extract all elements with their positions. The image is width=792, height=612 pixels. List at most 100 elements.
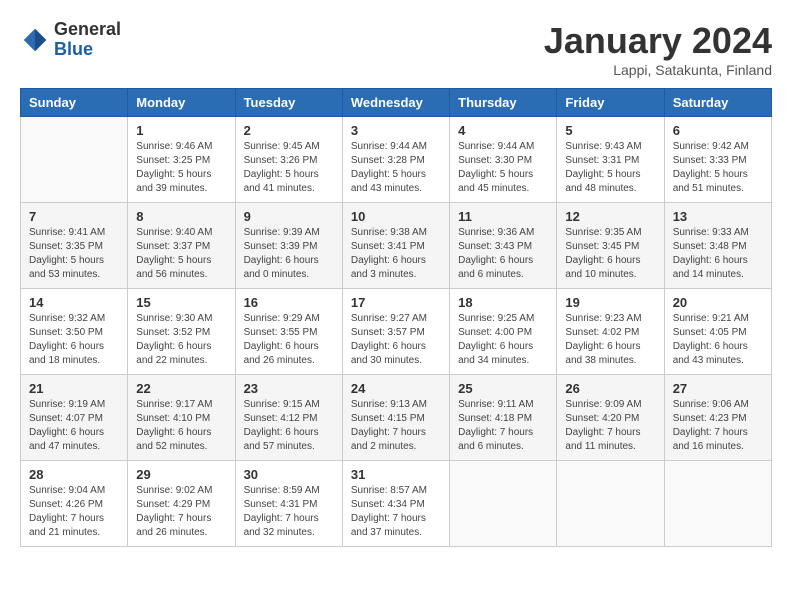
day-number: 22 <box>136 381 226 396</box>
day-info: Sunrise: 9:15 AMSunset: 4:12 PMDaylight:… <box>244 398 334 454</box>
day-number: 29 <box>136 467 226 482</box>
day-number: 8 <box>136 209 226 224</box>
calendar-cell: 31 Sunrise: 8:57 AMSunset: 4:34 PMDayligh… <box>342 461 449 547</box>
calendar-cell <box>557 461 664 547</box>
day-number: 31 <box>351 467 441 482</box>
day-info: Sunrise: 9:13 AMSunset: 4:15 PMDaylight:… <box>351 398 441 454</box>
calendar-cell: 13 Sunrise: 9:33 AMSunset: 3:48 PMDayligh… <box>664 203 771 289</box>
calendar-cell: 7 Sunrise: 9:41 AMSunset: 3:35 PMDaylight… <box>21 203 128 289</box>
day-number: 27 <box>673 381 763 396</box>
day-info: Sunrise: 9:40 AMSunset: 3:37 PMDaylight:… <box>136 226 226 282</box>
day-number: 11 <box>458 209 548 224</box>
month-title: January 2024 <box>544 20 772 62</box>
day-number: 26 <box>565 381 655 396</box>
calendar-cell: 30 Sunrise: 8:59 AMSunset: 4:31 PMDayligh… <box>235 461 342 547</box>
calendar-week-row: 14Sunrise: 9:32 AMSunset: 3:50 PMDayligh… <box>21 289 772 375</box>
day-info: Sunrise: 9:39 AMSunset: 3:39 PMDaylight:… <box>244 226 334 282</box>
calendar-cell: 4 Sunrise: 9:44 AMSunset: 3:30 PMDaylight… <box>450 117 557 203</box>
calendar-cell <box>664 461 771 547</box>
day-info: Sunrise: 9:04 AMSunset: 4:26 PMDaylight:… <box>29 484 119 540</box>
day-info: Sunrise: 9:46 AMSunset: 3:25 PMDaylight:… <box>136 140 226 196</box>
calendar-cell: 23Sunrise: 9:15 AMSunset: 4:12 PMDayligh… <box>235 375 342 461</box>
day-number: 21 <box>29 381 119 396</box>
day-info: Sunrise: 9:23 AMSunset: 4:02 PMDaylight:… <box>565 312 655 368</box>
calendar-cell <box>21 117 128 203</box>
day-number: 13 <box>673 209 763 224</box>
day-info: Sunrise: 9:27 AMSunset: 3:57 PMDaylight:… <box>351 312 441 368</box>
day-info: Sunrise: 9:11 AMSunset: 4:18 PMDaylight:… <box>458 398 548 454</box>
day-number: 9 <box>244 209 334 224</box>
day-info: Sunrise: 9:43 AMSunset: 3:31 PMDaylight:… <box>565 140 655 196</box>
calendar-cell: 26 Sunrise: 9:09 AMSunset: 4:20 PMDayligh… <box>557 375 664 461</box>
day-info: Sunrise: 9:41 AMSunset: 3:35 PMDaylight:… <box>29 226 119 282</box>
calendar-cell: 1Sunrise: 9:46 AMSunset: 3:25 PMDaylight… <box>128 117 235 203</box>
day-number: 6 <box>673 123 763 138</box>
day-info: Sunrise: 9:44 AMSunset: 3:30 PMDaylight:… <box>458 140 548 196</box>
calendar-table: SundayMondayTuesdayWednesdayThursdayFrid… <box>20 88 772 547</box>
calendar-cell: 14Sunrise: 9:32 AMSunset: 3:50 PMDayligh… <box>21 289 128 375</box>
day-info: Sunrise: 9:33 AMSunset: 3:48 PMDaylight:… <box>673 226 763 282</box>
calendar-week-row: 28 Sunrise: 9:04 AMSunset: 4:26 PMDayligh… <box>21 461 772 547</box>
day-number: 4 <box>458 123 548 138</box>
calendar-cell: 24 Sunrise: 9:13 AMSunset: 4:15 PMDayligh… <box>342 375 449 461</box>
calendar-cell: 25Sunrise: 9:11 AMSunset: 4:18 PMDayligh… <box>450 375 557 461</box>
day-number: 24 <box>351 381 441 396</box>
day-info: Sunrise: 9:19 AMSunset: 4:07 PMDaylight:… <box>29 398 119 454</box>
calendar-cell: 12Sunrise: 9:35 AMSunset: 3:45 PMDayligh… <box>557 203 664 289</box>
day-info: Sunrise: 9:42 AMSunset: 3:33 PMDaylight:… <box>673 140 763 196</box>
day-info: Sunrise: 9:45 AMSunset: 3:26 PMDaylight:… <box>244 140 334 196</box>
weekday-header-thursday: Thursday <box>450 89 557 117</box>
calendar-cell: 22 Sunrise: 9:17 AMSunset: 4:10 PMDayligh… <box>128 375 235 461</box>
calendar-cell: 2 Sunrise: 9:45 AMSunset: 3:26 PMDaylight… <box>235 117 342 203</box>
day-info: Sunrise: 9:06 AMSunset: 4:23 PMDaylight:… <box>673 398 763 454</box>
day-info: Sunrise: 9:30 AMSunset: 3:52 PMDaylight:… <box>136 312 226 368</box>
day-info: Sunrise: 9:36 AMSunset: 3:43 PMDaylight:… <box>458 226 548 282</box>
day-number: 3 <box>351 123 441 138</box>
day-info: Sunrise: 9:25 AMSunset: 4:00 PMDaylight:… <box>458 312 548 368</box>
day-number: 30 <box>244 467 334 482</box>
calendar-cell: 9 Sunrise: 9:39 AMSunset: 3:39 PMDaylight… <box>235 203 342 289</box>
calendar-cell: 15 Sunrise: 9:30 AMSunset: 3:52 PMDayligh… <box>128 289 235 375</box>
calendar-week-row: 21 Sunrise: 9:19 AMSunset: 4:07 PMDayligh… <box>21 375 772 461</box>
calendar-cell: 5 Sunrise: 9:43 AMSunset: 3:31 PMDaylight… <box>557 117 664 203</box>
day-number: 20 <box>673 295 763 310</box>
day-info: Sunrise: 8:59 AMSunset: 4:31 PMDaylight:… <box>244 484 334 540</box>
day-number: 14 <box>29 295 119 310</box>
weekday-header-sunday: Sunday <box>21 89 128 117</box>
calendar-cell: 10Sunrise: 9:38 AMSunset: 3:41 PMDayligh… <box>342 203 449 289</box>
calendar-cell: 11 Sunrise: 9:36 AMSunset: 3:43 PMDayligh… <box>450 203 557 289</box>
day-info: Sunrise: 9:09 AMSunset: 4:20 PMDaylight:… <box>565 398 655 454</box>
calendar-cell: 21 Sunrise: 9:19 AMSunset: 4:07 PMDayligh… <box>21 375 128 461</box>
calendar-cell: 6 Sunrise: 9:42 AMSunset: 3:33 PMDaylight… <box>664 117 771 203</box>
calendar-cell: 18Sunrise: 9:25 AMSunset: 4:00 PMDayligh… <box>450 289 557 375</box>
weekday-header-monday: Monday <box>128 89 235 117</box>
day-number: 15 <box>136 295 226 310</box>
weekday-header-wednesday: Wednesday <box>342 89 449 117</box>
calendar-cell: 27 Sunrise: 9:06 AMSunset: 4:23 PMDayligh… <box>664 375 771 461</box>
calendar-week-row: 1Sunrise: 9:46 AMSunset: 3:25 PMDaylight… <box>21 117 772 203</box>
calendar-cell: 8 Sunrise: 9:40 AMSunset: 3:37 PMDaylight… <box>128 203 235 289</box>
day-number: 5 <box>565 123 655 138</box>
weekday-header-row: SundayMondayTuesdayWednesdayThursdayFrid… <box>21 89 772 117</box>
logo-text: General Blue <box>54 20 121 60</box>
calendar-cell: 3Sunrise: 9:44 AMSunset: 3:28 PMDaylight… <box>342 117 449 203</box>
day-info: Sunrise: 9:35 AMSunset: 3:45 PMDaylight:… <box>565 226 655 282</box>
day-number: 17 <box>351 295 441 310</box>
logo-icon <box>20 25 50 55</box>
day-info: Sunrise: 9:02 AMSunset: 4:29 PMDaylight:… <box>136 484 226 540</box>
day-number: 16 <box>244 295 334 310</box>
weekday-header-saturday: Saturday <box>664 89 771 117</box>
day-number: 7 <box>29 209 119 224</box>
day-number: 28 <box>29 467 119 482</box>
day-info: Sunrise: 9:29 AMSunset: 3:55 PMDaylight:… <box>244 312 334 368</box>
day-info: Sunrise: 9:38 AMSunset: 3:41 PMDaylight:… <box>351 226 441 282</box>
day-info: Sunrise: 9:17 AMSunset: 4:10 PMDaylight:… <box>136 398 226 454</box>
calendar-cell: 16 Sunrise: 9:29 AMSunset: 3:55 PMDayligh… <box>235 289 342 375</box>
weekday-header-friday: Friday <box>557 89 664 117</box>
day-info: Sunrise: 8:57 AMSunset: 4:34 PMDaylight:… <box>351 484 441 540</box>
calendar-cell: 29 Sunrise: 9:02 AMSunset: 4:29 PMDayligh… <box>128 461 235 547</box>
page-header: General Blue January 2024 Lappi, Satakun… <box>20 20 772 78</box>
weekday-header-tuesday: Tuesday <box>235 89 342 117</box>
day-number: 2 <box>244 123 334 138</box>
calendar-week-row: 7 Sunrise: 9:41 AMSunset: 3:35 PMDaylight… <box>21 203 772 289</box>
